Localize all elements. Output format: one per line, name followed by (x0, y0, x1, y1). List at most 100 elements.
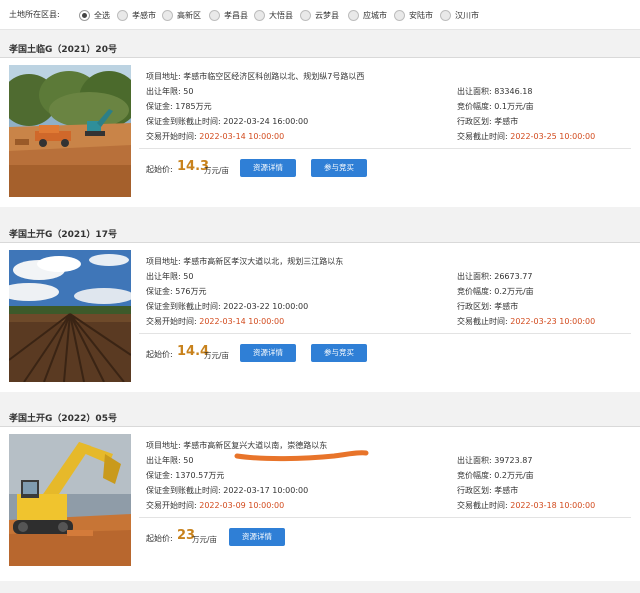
increment-label: 竞价幅度: (457, 102, 492, 111)
deposit-deadline-value: 2022-03-17 10:00:00 (223, 486, 309, 495)
price-unit: 万元/亩 (192, 535, 218, 544)
price-unit: 万元/亩 (204, 351, 230, 360)
filter-option-label: 高新区 (177, 10, 201, 20)
start-time-row: 交易开始时间: 2022-03-14 10:00:00 (146, 316, 284, 327)
filter-option-yingcheng[interactable]: 应城市 (348, 8, 387, 22)
years-label: 出让年限: (146, 456, 181, 465)
area-value: 83346.18 (494, 87, 533, 96)
radio-unchecked-icon[interactable] (440, 9, 451, 21)
region-row: 行政区划: 孝感市 (457, 301, 518, 312)
divider (139, 517, 631, 518)
listing-card: 项目地址: 孝感市高新区孝汉大道以北，规划三江路以东 出让年限: 50 保证金:… (0, 242, 640, 392)
region-label: 行政区划: (457, 302, 492, 311)
deposit-deadline-value: 2022-03-22 10:00:00 (223, 302, 309, 311)
end-time-label: 交易截止时间: (457, 501, 508, 510)
region-value: 孝感市 (494, 117, 519, 126)
deposit-deadline-label: 保证金到账截止时间: (146, 117, 221, 126)
district-filter-bar: 土地所在区县: 全选 孝感市 高新区 孝昌县 大悟县 云梦县 应城市 安陆市 汉… (0, 0, 640, 30)
deposit-label: 保证金: (146, 102, 173, 111)
area-row: 出让面积: 39723.87 (457, 455, 532, 466)
deposit-value: 576万元 (175, 287, 207, 296)
radio-unchecked-icon[interactable] (300, 9, 311, 21)
construction-site-photo[interactable] (9, 65, 131, 197)
increment-label: 竞价幅度: (457, 471, 492, 480)
radio-unchecked-icon[interactable] (348, 9, 359, 21)
radio-unchecked-icon[interactable] (162, 9, 173, 21)
deposit-value: 1370.57万元 (175, 471, 225, 480)
radio-unchecked-icon[interactable] (254, 9, 265, 21)
resource-detail-button[interactable]: 资源详情 (229, 528, 285, 546)
start-time-row: 交易开始时间: 2022-03-09 10:00:00 (146, 500, 284, 511)
years-label: 出让年限: (146, 272, 181, 281)
filter-option-hanchuan[interactable]: 汉川市 (440, 8, 479, 22)
highlight-scribble (234, 450, 369, 462)
resource-detail-button[interactable]: 资源详情 (240, 159, 296, 177)
start-time-value: 2022-03-14 10:00:00 (199, 132, 285, 141)
deposit-row: 保证金: 1785万元 (146, 101, 212, 112)
end-time-value: 2022-03-23 10:00:00 (510, 317, 596, 326)
start-time-label: 交易开始时间: (146, 317, 197, 326)
end-time-label: 交易截止时间: (457, 317, 508, 326)
price-label: 起始价: (146, 534, 173, 543)
deposit-deadline-row: 保证金到账截止时间: 2022-03-17 10:00:00 (146, 485, 308, 496)
region-row: 行政区划: 孝感市 (457, 116, 518, 127)
start-time-value: 2022-03-09 10:00:00 (199, 501, 285, 510)
farmland-photo[interactable] (9, 250, 131, 382)
listing-title[interactable]: 孝国土临G（2021）20号 (9, 42, 117, 55)
deposit-label: 保证金: (146, 287, 173, 296)
divider (139, 333, 631, 334)
filter-label: 土地所在区县: (9, 10, 60, 19)
price-label: 起始价: (146, 165, 173, 174)
area-value: 26673.77 (494, 272, 533, 281)
deposit-deadline-label: 保证金到账截止时间: (146, 486, 221, 495)
years-row: 出让年限: 50 (146, 86, 193, 97)
end-time-label: 交易截止时间: (457, 132, 508, 141)
address-label: 项目地址: (146, 257, 181, 266)
start-time-label: 交易开始时间: (146, 501, 197, 510)
radio-unchecked-icon[interactable] (117, 9, 128, 21)
filter-option-xiaochang[interactable]: 孝昌县 (209, 8, 248, 22)
filter-option-label: 应城市 (363, 10, 387, 20)
filter-option-yunmeng[interactable]: 云梦县 (300, 8, 339, 22)
join-bid-button[interactable]: 参与竞买 (311, 159, 367, 177)
join-bid-button[interactable]: 参与竞买 (311, 344, 367, 362)
increment-label: 竞价幅度: (457, 287, 492, 296)
radio-unchecked-icon[interactable] (209, 9, 220, 21)
listing-title[interactable]: 孝国土开G（2022）05号 (9, 411, 117, 424)
farmland-image (9, 250, 131, 382)
filter-option-all[interactable]: 全选 (79, 8, 110, 22)
deposit-row: 保证金: 576万元 (146, 286, 207, 297)
price-unit: 万元/亩 (204, 166, 230, 175)
region-row: 行政区划: 孝感市 (457, 485, 518, 496)
end-time-value: 2022-03-18 10:00:00 (510, 501, 596, 510)
deposit-row: 保证金: 1370.57万元 (146, 470, 224, 481)
end-time-value: 2022-03-25 10:00:00 (510, 132, 596, 141)
end-time-row: 交易截止时间: 2022-03-18 10:00:00 (457, 500, 595, 511)
listing-title[interactable]: 孝国土开G（2021）17号 (9, 227, 117, 240)
radio-checked-icon[interactable] (79, 9, 90, 21)
filter-option-label: 安陆市 (409, 10, 433, 20)
years-row: 出让年限: 50 (146, 455, 193, 466)
filter-option-dawu[interactable]: 大悟县 (254, 8, 293, 22)
filter-option-xiaogan[interactable]: 孝感市 (117, 8, 156, 22)
address-value: 孝感市临空区经济区科创路以北、规划纵7号路以西 (183, 72, 365, 81)
deposit-deadline-row: 保证金到账截止时间: 2022-03-24 16:00:00 (146, 116, 308, 127)
filter-option-gaoxin[interactable]: 高新区 (162, 8, 201, 22)
address-row: 项目地址: 孝感市临空区经济区科创路以北、规划纵7号路以西 (146, 71, 364, 82)
filter-option-anlu[interactable]: 安陆市 (394, 8, 433, 22)
start-time-label: 交易开始时间: (146, 132, 197, 141)
area-label: 出让面积: (457, 272, 492, 281)
radio-unchecked-icon[interactable] (394, 9, 405, 21)
filter-option-label: 孝昌县 (224, 10, 248, 20)
address-label: 项目地址: (146, 441, 181, 450)
increment-row: 竞价幅度: 0.1万元/亩 (457, 101, 534, 112)
construction-site-image (9, 65, 131, 197)
increment-value: 0.1万元/亩 (494, 102, 534, 111)
region-value: 孝感市 (494, 486, 519, 495)
address-row: 项目地址: 孝感市高新区孝汉大道以北，规划三江路以东 (146, 256, 343, 267)
excavator-photo[interactable] (9, 434, 131, 566)
deposit-label: 保证金: (146, 471, 173, 480)
address-value: 孝感市高新区孝汉大道以北，规划三江路以东 (183, 257, 344, 266)
increment-row: 竞价幅度: 0.2万元/亩 (457, 286, 534, 297)
resource-detail-button[interactable]: 资源详情 (240, 344, 296, 362)
